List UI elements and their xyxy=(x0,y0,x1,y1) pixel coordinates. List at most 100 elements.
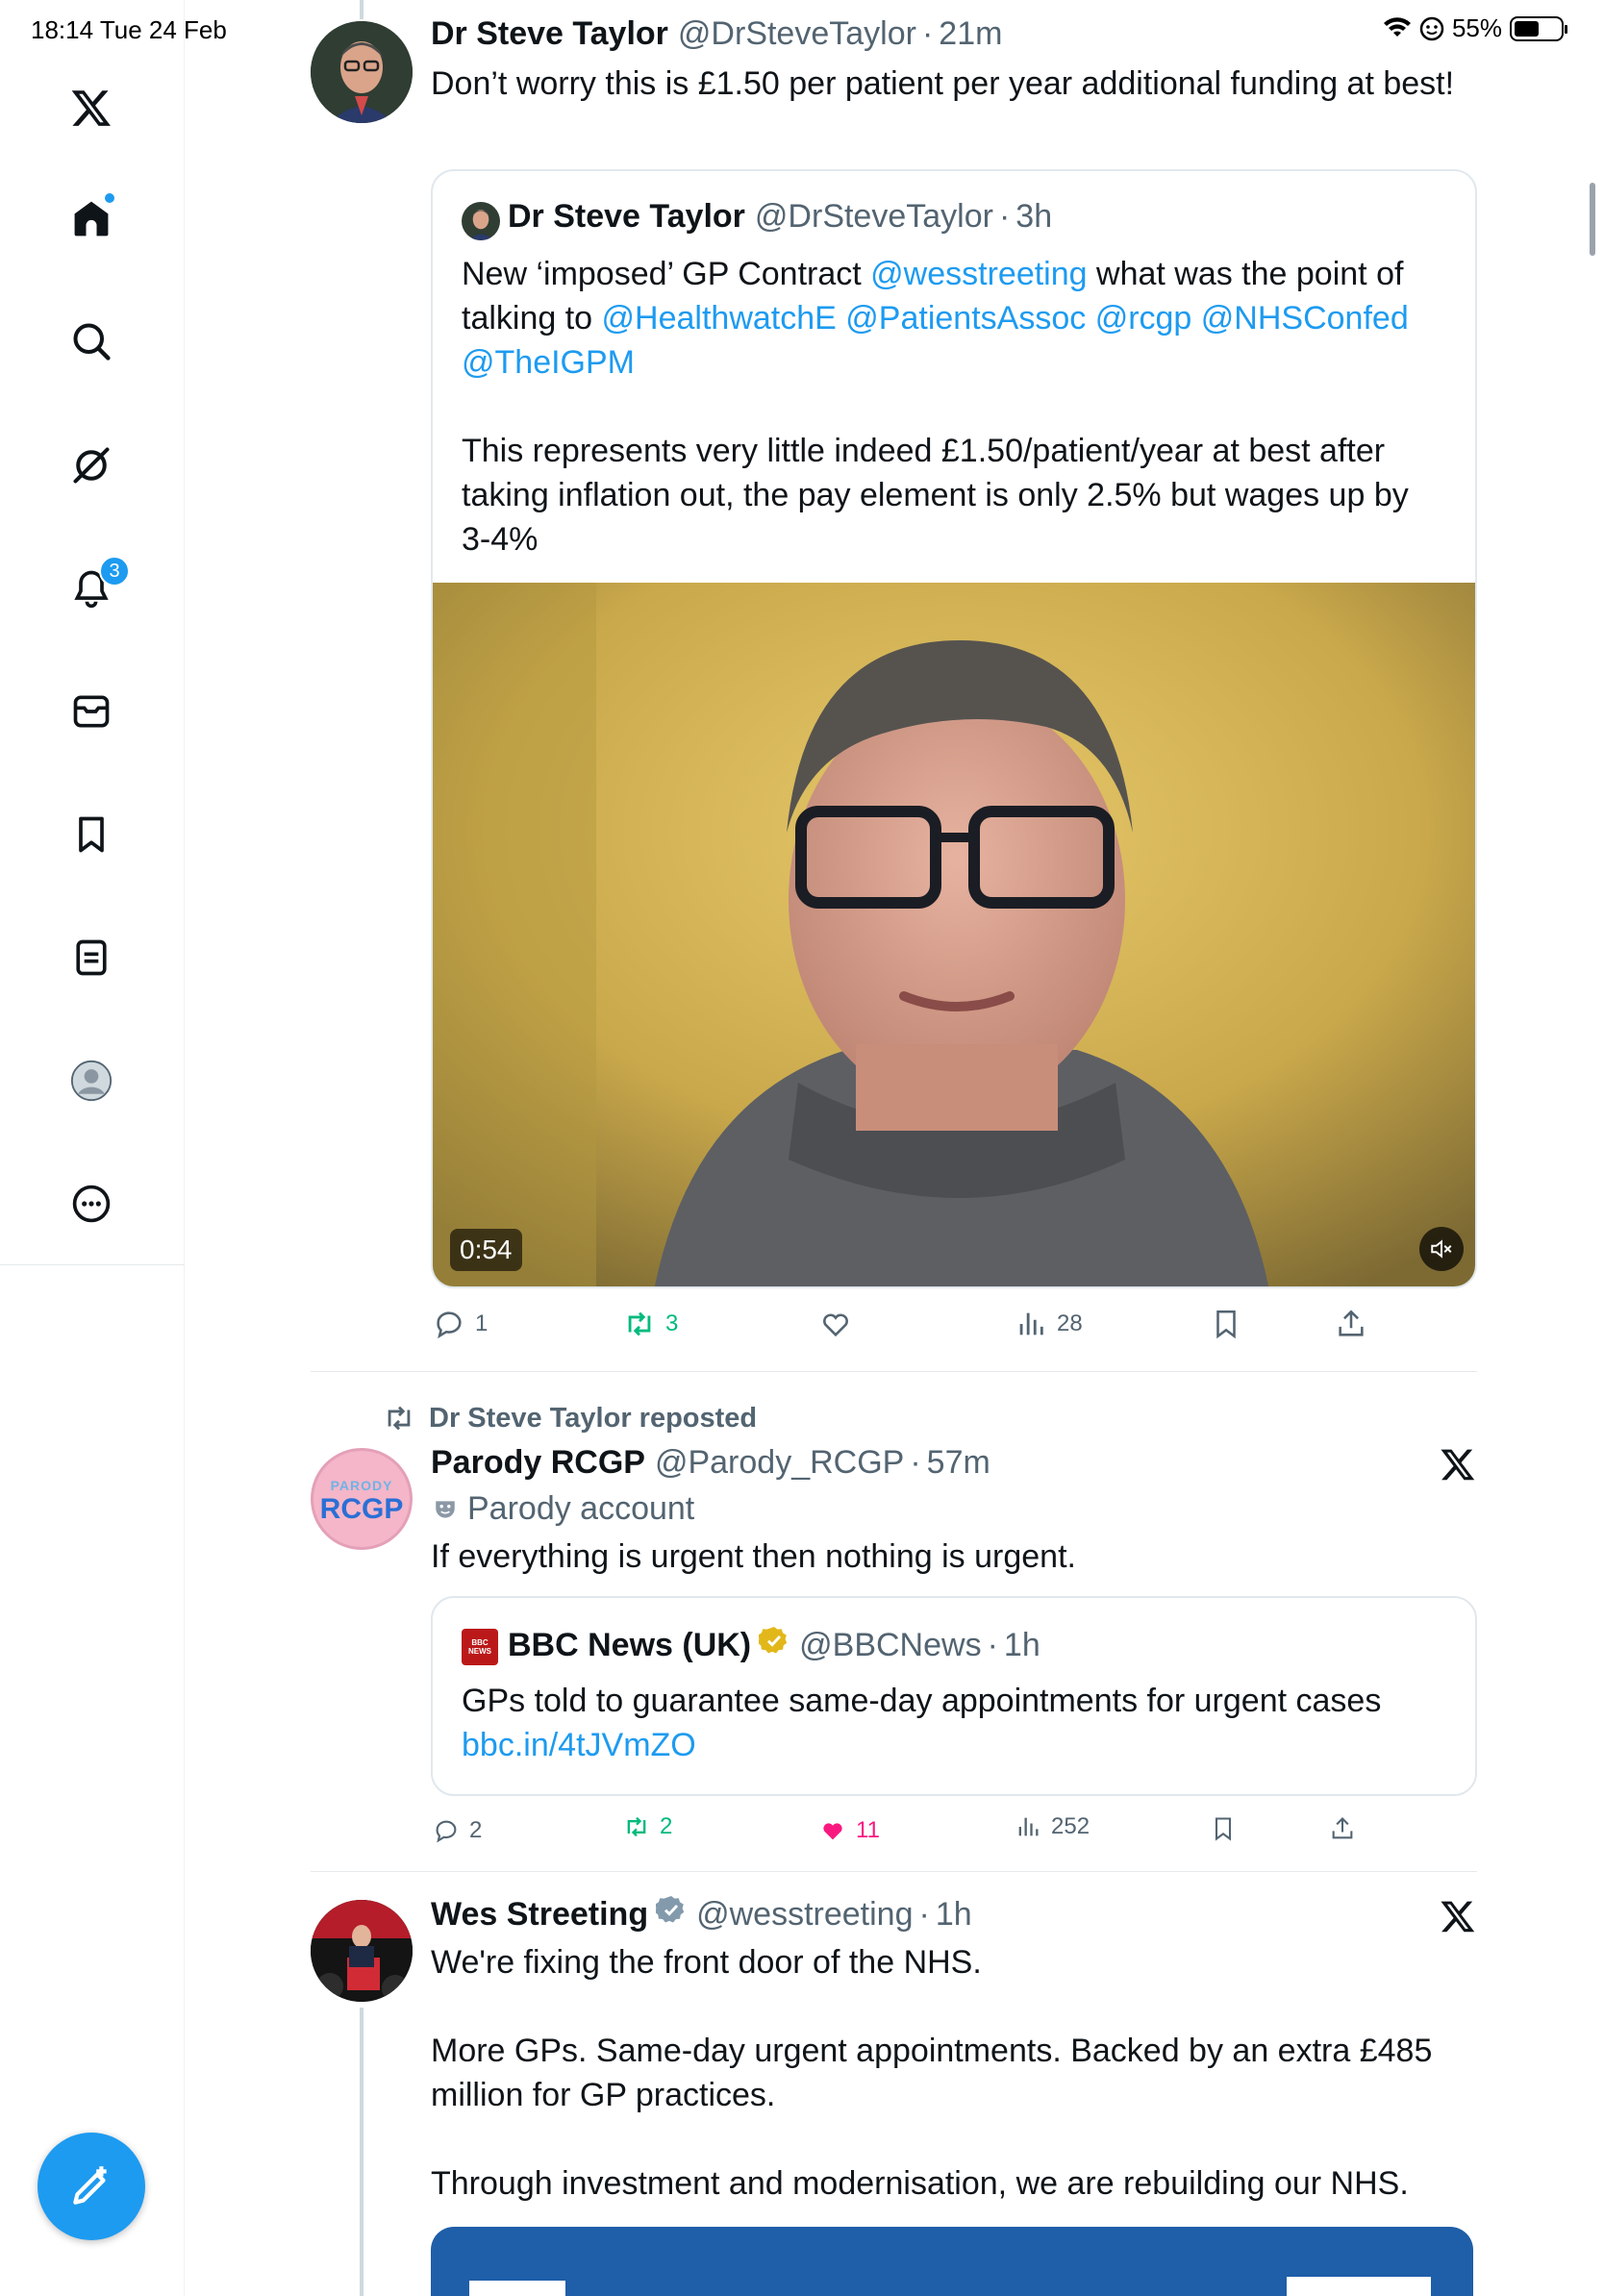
repost-label: Dr Steve Taylor reposted xyxy=(429,1402,758,1434)
tweet-text: Don’t worry this is £1.50 per patient pe… xyxy=(431,65,1455,102)
quote-time: 3h xyxy=(1015,198,1053,235)
tweet-header: Wes Streeting @wesstreeting · 1h xyxy=(431,1894,972,1934)
views-icon xyxy=(1018,1817,1039,1836)
quote-time: 1h xyxy=(1003,1627,1040,1663)
share-button[interactable] xyxy=(1329,1815,1356,1842)
mail-icon[interactable] xyxy=(66,686,116,736)
bookmark-icon[interactable] xyxy=(66,810,116,860)
bookmark-icon xyxy=(1216,1310,1236,1339)
more-icon[interactable] xyxy=(66,1179,116,1229)
quote-author-name: BBC News (UK) xyxy=(508,1627,752,1663)
mention-link[interactable]: @HealthwatchE xyxy=(602,300,837,337)
like-button[interactable] xyxy=(819,1308,852,1340)
reply-icon xyxy=(437,1311,462,1339)
avatar-rcgp-text: RCGP xyxy=(319,1493,404,1525)
tweet-text-paragraph: We're fixing the front door of the NHS. xyxy=(431,1944,982,1981)
mention-link[interactable]: @PatientsAssoc xyxy=(845,300,1086,337)
nhs-logo xyxy=(1287,2277,1431,2296)
share-icon xyxy=(1332,1817,1353,1839)
author-name[interactable]: Parody RCGP xyxy=(431,1444,645,1482)
gold-verified-icon xyxy=(759,1627,788,1654)
author-name[interactable]: Dr Steve Taylor xyxy=(431,15,668,53)
quote-author-handle: @BBCNews xyxy=(799,1627,982,1663)
quote-text: GPs told to guarantee same-day appointme… xyxy=(462,1683,1382,1719)
thread-line xyxy=(360,0,363,19)
list-icon[interactable] xyxy=(66,933,116,983)
parody-label: Parody account xyxy=(433,1490,694,1528)
avatar[interactable] xyxy=(311,21,413,123)
video-player[interactable]: 0:54 xyxy=(433,583,1475,1286)
grok-icon[interactable] xyxy=(66,440,116,490)
reply-button[interactable]: 2 xyxy=(433,1817,482,1844)
separator: · xyxy=(910,1444,921,1481)
tweet-text: If everything is urgent then nothing is … xyxy=(431,1538,1076,1575)
notifications-badge: 3 xyxy=(99,556,130,586)
profile-icon[interactable] xyxy=(66,1056,116,1106)
x-logo-icon xyxy=(1441,1901,1475,1933)
bookmark-icon xyxy=(1215,1817,1232,1841)
mention-link[interactable]: @wesstreeting xyxy=(870,256,1087,292)
repost-button[interactable]: 2 xyxy=(623,1813,672,1840)
mention-link[interactable]: @NHSConfed xyxy=(1201,300,1409,337)
tweet-image[interactable] xyxy=(431,2227,1473,2296)
tweet-time[interactable]: 1h xyxy=(936,1896,972,1934)
avatar[interactable] xyxy=(311,1900,413,2002)
status-icons: 55% xyxy=(1383,13,1567,43)
tweet-time[interactable]: 57m xyxy=(927,1444,990,1482)
reply-count: 2 xyxy=(469,1817,483,1843)
battery-percent: 55% xyxy=(1451,13,1502,42)
tweet-time[interactable]: 21m xyxy=(939,15,1002,53)
scrollbar[interactable] xyxy=(1590,183,1595,256)
quote-tweet-card[interactable]: BBC NEWS BBC News (UK) @BBCNews · 1h GPs… xyxy=(431,1596,1477,1796)
separator: · xyxy=(998,198,1011,235)
repost-button[interactable]: 3 xyxy=(623,1308,678,1340)
home-icon[interactable] xyxy=(66,191,116,243)
repost-icon xyxy=(628,1311,651,1336)
x-logo-icon xyxy=(1441,1449,1475,1481)
tweet-header: Parody RCGP @Parody_RCGP · 57m xyxy=(431,1444,990,1482)
like-button[interactable]: 11 xyxy=(819,1817,880,1844)
compose-icon xyxy=(73,2166,107,2205)
views-button[interactable]: 28 xyxy=(1015,1308,1083,1340)
quote-author-handle: @DrSteveTaylor xyxy=(754,198,993,235)
like-count: 11 xyxy=(856,1817,880,1843)
quote-text-part: New ‘imposed’ GP Contract xyxy=(462,256,871,292)
heart-icon xyxy=(823,1313,848,1337)
quote-tweet-card[interactable]: Dr Steve Taylor @DrSteveTaylor · 3h New … xyxy=(431,169,1477,1288)
home-unread-dot xyxy=(103,191,116,205)
video-frame xyxy=(433,583,1475,1286)
mention-link[interactable]: @rcgp xyxy=(1095,300,1192,337)
mute-button[interactable] xyxy=(1419,1227,1464,1271)
divider xyxy=(311,1371,1477,1372)
thread-line xyxy=(360,2008,363,2296)
heart-filled-icon xyxy=(823,1823,842,1840)
share-button[interactable] xyxy=(1335,1308,1367,1340)
avatar-parody-text: PARODY xyxy=(330,1478,393,1493)
quote-link[interactable]: bbc.in/4tJVmZO xyxy=(462,1723,696,1767)
x-logo-icon[interactable] xyxy=(66,83,116,133)
views-button[interactable]: 252 xyxy=(1015,1813,1090,1840)
search-icon[interactable] xyxy=(66,316,116,366)
reply-button[interactable]: 1 xyxy=(433,1308,488,1340)
mention-link[interactable]: @TheIGPM xyxy=(462,344,635,381)
video-duration: 0:54 xyxy=(450,1229,522,1271)
repost-count: 3 xyxy=(665,1310,679,1336)
views-count: 252 xyxy=(1051,1813,1090,1839)
bookmark-button[interactable] xyxy=(1210,1308,1242,1340)
bbc-news-logo: BBC NEWS xyxy=(462,1629,498,1665)
quote-author-name: Dr Steve Taylor xyxy=(508,198,745,235)
image-graphic xyxy=(469,2281,565,2296)
author-handle[interactable]: @wesstreeting xyxy=(696,1896,913,1934)
views-count: 28 xyxy=(1057,1310,1083,1336)
bookmark-button[interactable] xyxy=(1210,1815,1237,1842)
repost-count: 2 xyxy=(660,1813,673,1839)
author-name[interactable]: Wes Streeting xyxy=(431,1896,648,1934)
tweet-header: Dr Steve Taylor @DrSteveTaylor · 21m xyxy=(431,15,1002,53)
repost-context[interactable]: Dr Steve Taylor reposted xyxy=(383,1402,757,1435)
compose-button[interactable] xyxy=(38,2133,145,2240)
bell-icon[interactable]: 3 xyxy=(66,556,130,613)
author-handle[interactable]: @DrSteveTaylor xyxy=(678,15,916,53)
avatar[interactable]: PARODY RCGP xyxy=(311,1448,413,1550)
author-handle[interactable]: @Parody_RCGP xyxy=(655,1444,904,1482)
divider xyxy=(311,1871,1477,1872)
